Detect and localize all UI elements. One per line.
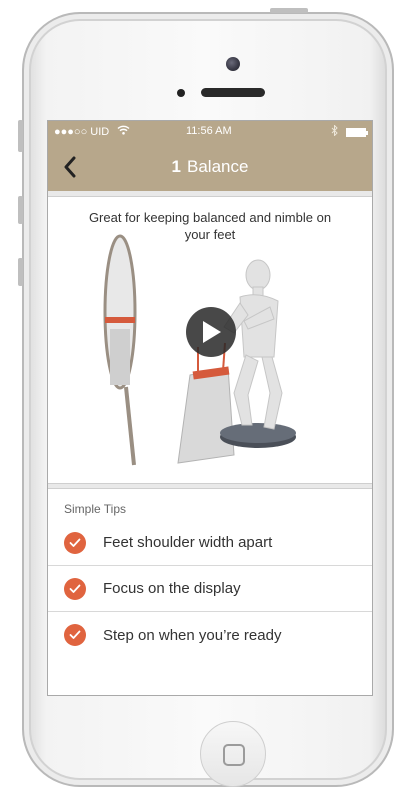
play-button[interactable]	[186, 307, 236, 357]
tips-header: Simple Tips	[64, 502, 127, 516]
tips-list: Feet shoulder width apart Focus on the d…	[48, 520, 372, 658]
checkmark-icon	[64, 624, 86, 646]
front-camera	[226, 57, 240, 71]
battery-icon	[346, 127, 368, 137]
proximity-sensor	[177, 89, 185, 97]
hero-caption: Great for keeping balanced and nimble on…	[88, 210, 332, 242]
nav-bar: 1 Balance	[48, 143, 372, 191]
play-icon	[203, 321, 221, 343]
earpiece-speaker	[201, 88, 265, 97]
tip-label: Feet shoulder width apart	[103, 534, 273, 551]
list-item: Step on when you’re ready	[48, 612, 372, 658]
list-item: Focus on the display	[48, 566, 372, 612]
checkmark-icon	[64, 577, 86, 600]
mute-switch	[18, 120, 23, 152]
power-button	[270, 8, 308, 13]
title-text: Balance	[187, 157, 249, 176]
tip-label: Focus on the display	[103, 580, 241, 597]
exercise-video[interactable]: Great for keeping balanced and nimble on…	[48, 197, 372, 483]
carrier-label: ●●●○○ UID	[54, 125, 110, 138]
section-divider	[48, 483, 372, 489]
volume-down-button	[18, 258, 23, 286]
page-title: 1 Balance	[48, 157, 372, 177]
wifi-icon	[117, 125, 130, 138]
home-button[interactable]	[200, 721, 266, 787]
list-item: Feet shoulder width apart	[48, 520, 372, 566]
status-time: 11:56 AM	[186, 125, 232, 137]
tip-label: Step on when you’re ready	[103, 626, 282, 644]
step-number: 1	[171, 157, 182, 176]
checkmark-icon	[64, 531, 86, 554]
home-square-icon	[223, 744, 245, 766]
bluetooth-icon	[331, 124, 338, 139]
status-bar: ●●●○○ UID 11:56 AM	[48, 121, 372, 143]
volume-up-button	[18, 196, 23, 224]
app-screen: ●●●○○ UID 11:56 AM 1 Balance Great for k…	[47, 120, 373, 696]
